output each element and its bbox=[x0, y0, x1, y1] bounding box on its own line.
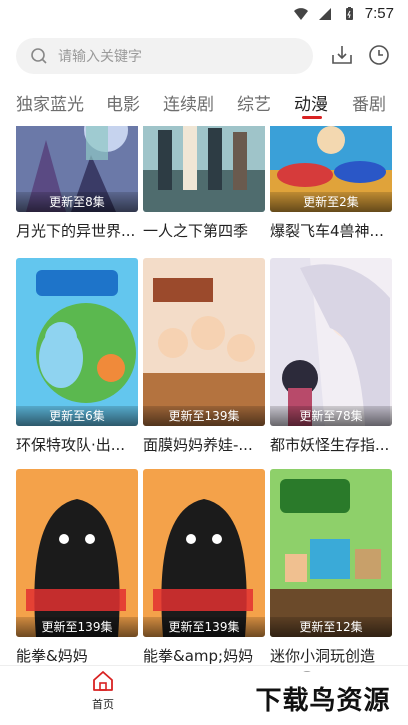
poster: 更新至12集 bbox=[270, 469, 392, 637]
list-item[interactable]: 一人之下第四季 bbox=[143, 126, 265, 241]
item-title: 爆裂飞车4兽神... bbox=[270, 222, 384, 240]
status-time: 7:57 bbox=[364, 5, 394, 22]
poster-image bbox=[16, 258, 138, 426]
poster-image bbox=[143, 126, 265, 212]
signal-icon bbox=[318, 7, 331, 20]
search-input[interactable]: 请输入关键字 bbox=[16, 38, 313, 74]
tab-anime[interactable]: 动漫 bbox=[294, 90, 328, 115]
history-button[interactable] bbox=[366, 42, 392, 68]
anime-grid: 更新至8集 月光下的异世界... 一人之下第四季 更新至2集 爆裂飞车4兽神..… bbox=[0, 126, 408, 666]
poster: 更新至139集 bbox=[16, 469, 138, 637]
download-button[interactable] bbox=[329, 42, 355, 68]
poster-image bbox=[143, 258, 265, 426]
poster: 更新至2集 bbox=[270, 126, 392, 212]
category-tabs: 独家蓝光 电影 连续剧 综艺 动漫 番剧 bbox=[0, 84, 408, 120]
episode-badge: 更新至12集 bbox=[270, 617, 392, 637]
download-icon bbox=[332, 46, 352, 64]
list-item[interactable]: 更新至12集 迷你小洞玩创造 bbox=[270, 469, 392, 666]
nav-home-label: 首页 bbox=[92, 698, 114, 711]
watermark-text: 下载鸟资源 bbox=[255, 686, 391, 716]
list-item[interactable]: 更新至139集 面膜妈妈养娃-... bbox=[143, 258, 265, 455]
tab-movies[interactable]: 电影 bbox=[106, 90, 140, 115]
home-icon bbox=[93, 671, 113, 691]
list-item[interactable]: 更新至78集 都市妖怪生存指... bbox=[270, 258, 392, 455]
item-title: 都市妖怪生存指... bbox=[270, 436, 390, 454]
list-item[interactable]: 更新至8集 月光下的异世界... bbox=[16, 126, 138, 241]
episode-badge: 更新至139集 bbox=[143, 406, 265, 426]
search-placeholder: 请输入关键字 bbox=[58, 49, 142, 65]
list-item[interactable]: 更新至139集 能拳&妈妈 bbox=[16, 469, 138, 666]
list-item[interactable]: 更新至6集 环保特攻队·出... bbox=[16, 258, 138, 455]
episode-badge: 更新至2集 bbox=[270, 192, 392, 212]
episode-badge: 更新至78集 bbox=[270, 406, 392, 426]
item-title: 面膜妈妈养娃-... bbox=[143, 436, 253, 454]
battery-icon bbox=[345, 6, 353, 20]
item-title: 一人之下第四季 bbox=[143, 222, 249, 240]
active-tab-indicator bbox=[302, 116, 322, 119]
watermark: 下载鸟资源 bbox=[238, 672, 408, 725]
tab-series[interactable]: 连续剧 bbox=[163, 90, 214, 115]
tab-variety[interactable]: 综艺 bbox=[237, 90, 271, 115]
poster-image bbox=[270, 258, 392, 426]
header: 请输入关键字 bbox=[0, 36, 408, 78]
list-item[interactable]: 更新至2集 爆裂飞车4兽神... bbox=[270, 126, 392, 241]
item-title: 能拳&amp;妈妈 bbox=[143, 647, 254, 665]
episode-badge: 更新至139集 bbox=[16, 617, 138, 637]
tab-exclusive-bluray[interactable]: 独家蓝光 bbox=[16, 90, 84, 115]
tab-bangumi[interactable]: 番剧 bbox=[352, 90, 386, 115]
poster: 更新至139集 bbox=[143, 258, 265, 426]
poster: 更新至6集 bbox=[16, 258, 138, 426]
episode-badge: 更新至8集 bbox=[16, 192, 138, 212]
poster bbox=[143, 126, 265, 212]
search-icon bbox=[31, 48, 47, 64]
poster: 更新至8集 bbox=[16, 126, 138, 212]
nav-home[interactable]: 首页 bbox=[78, 670, 128, 720]
poster: 更新至139集 bbox=[143, 469, 265, 637]
poster-image bbox=[143, 469, 265, 637]
wifi-icon bbox=[293, 7, 308, 20]
episode-badge: 更新至139集 bbox=[143, 617, 265, 637]
item-title: 环保特攻队·出... bbox=[16, 436, 126, 454]
status-bar: 7:57 bbox=[0, 0, 408, 30]
episode-badge: 更新至6集 bbox=[16, 406, 138, 426]
clock-icon bbox=[369, 45, 389, 65]
poster-image bbox=[270, 469, 392, 637]
list-item[interactable]: 更新至139集 能拳&amp;妈妈 bbox=[143, 469, 265, 666]
item-title: 能拳&妈妈 bbox=[16, 647, 88, 665]
item-title: 月光下的异世界... bbox=[16, 222, 136, 240]
item-title: 迷你小洞玩创造 bbox=[270, 647, 376, 665]
poster: 更新至78集 bbox=[270, 258, 392, 426]
poster-image bbox=[16, 469, 138, 637]
